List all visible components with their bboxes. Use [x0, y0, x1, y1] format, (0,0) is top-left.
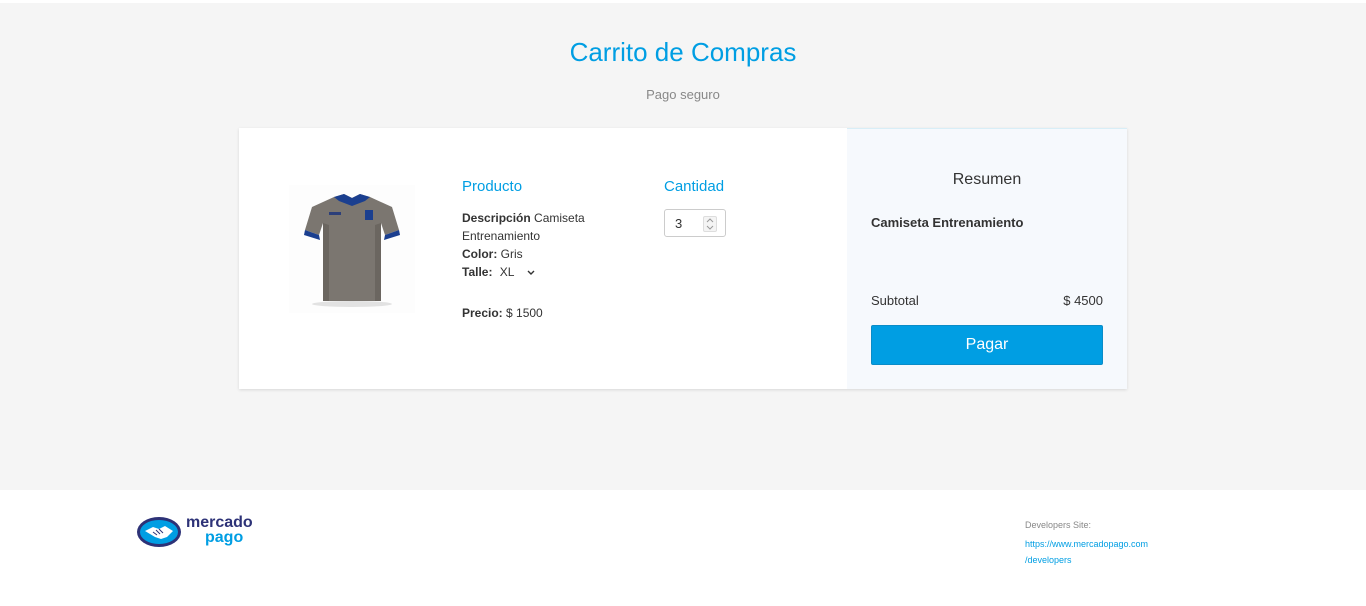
size-label: Talle: [462, 265, 493, 279]
description-label: Descripción [462, 211, 531, 225]
developers-link[interactable]: https://www.mercadopago.com /developers [1025, 536, 1185, 568]
logo-line-1: mercado [186, 514, 253, 531]
subtotal-label: Subtotal [871, 293, 919, 308]
cart-card: Producto Descripción Camiseta Entrenamie… [239, 128, 1127, 389]
summary-title: Resumen [952, 171, 1022, 188]
chevron-down-icon [527, 265, 535, 283]
product-details: Descripción Camiseta Entrenamiento Color… [462, 209, 632, 283]
product-column-title: Producto [462, 178, 523, 195]
quantity-column-title: Cantidad [664, 178, 725, 195]
spinner-arrows-icon[interactable] [703, 216, 717, 232]
color-row: Color: Gris [462, 245, 632, 263]
main-section: Carrito de Compras Pago seguro Producto … [0, 3, 1366, 490]
size-row: Talle: XL [462, 263, 632, 283]
logo-line-2: pago [205, 529, 244, 546]
product-image [289, 185, 415, 313]
quantity-value: 3 [675, 216, 683, 231]
color-label: Color: [462, 247, 498, 261]
price-label: Precio: [462, 306, 503, 320]
color-value: Gris [500, 247, 523, 261]
size-value: XL [499, 265, 515, 279]
quantity-stepper[interactable]: 3 [664, 209, 726, 237]
summary-product-name: Camiseta Entrenamiento [871, 215, 1024, 230]
developers-link-line-2: /developers [1025, 555, 1072, 565]
logo-text: mercado pago [186, 514, 253, 546]
page-title: Carrito de Compras [569, 37, 797, 67]
summary-panel: Resumen Camiseta Entrenamiento Subtotal … [847, 128, 1127, 389]
page-subtitle: Pago seguro [646, 87, 720, 102]
price-value: $ 1500 [506, 306, 543, 320]
subtotal-value: $ 4500 [1063, 293, 1103, 308]
description-row: Descripción Camiseta Entrenamiento [462, 209, 632, 245]
size-select[interactable]: XL [500, 263, 536, 283]
pay-button[interactable]: Pagar [871, 325, 1103, 365]
price-row: Precio: $ 1500 [462, 306, 543, 320]
developers-label: Developers Site: [1025, 520, 1092, 530]
mercadopago-logo[interactable]: mercado pago [136, 515, 266, 551]
developers-link-line-1: https://www.mercadopago.com [1025, 539, 1149, 549]
footer: mercado pago Developers Site: https://ww… [0, 490, 1366, 606]
